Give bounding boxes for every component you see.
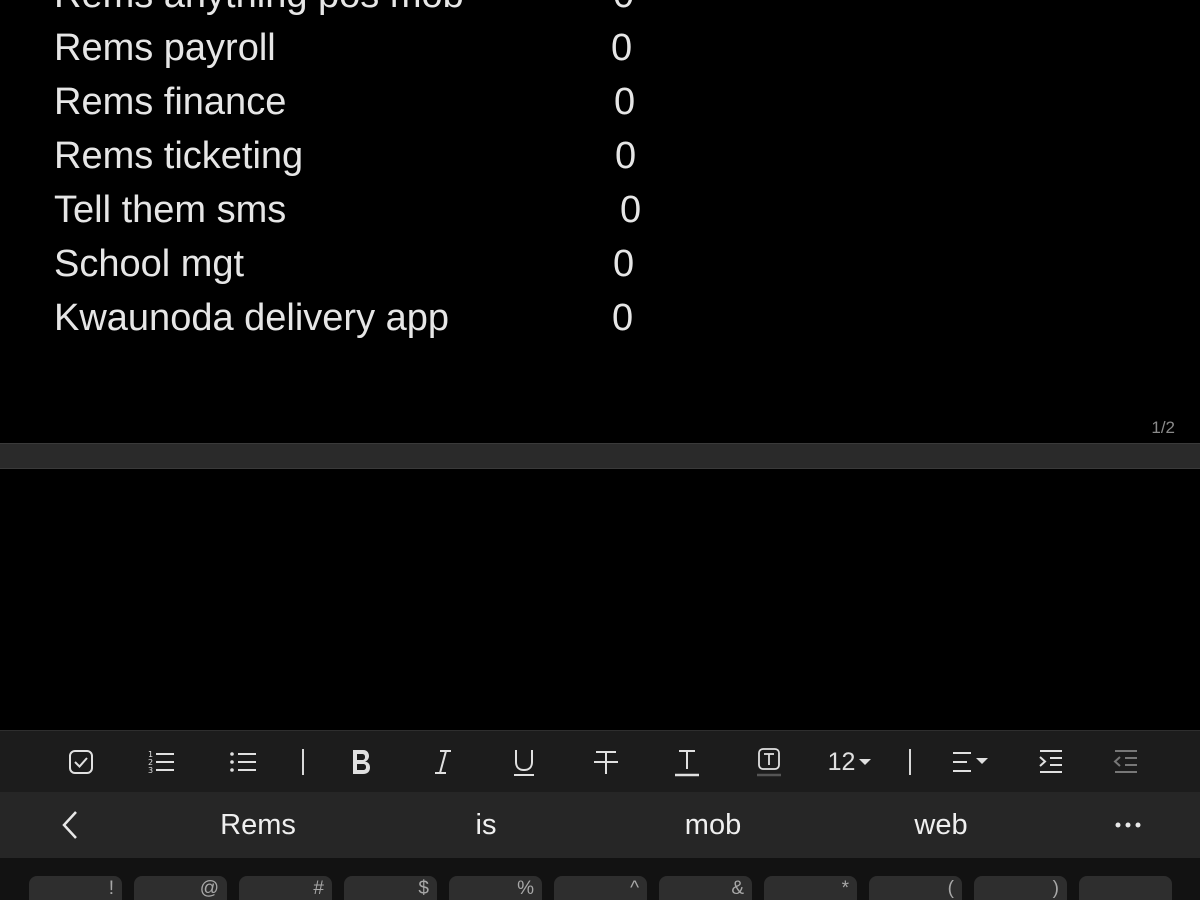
item-name: Kwaunoda delivery app: [54, 297, 450, 339]
toolbar-separator: [302, 749, 304, 775]
text-color-button[interactable]: [666, 731, 708, 793]
indent-button[interactable]: [1030, 731, 1072, 793]
keyboard-key[interactable]: ): [974, 876, 1067, 900]
bold-button[interactable]: [340, 731, 382, 793]
italic-icon: [435, 750, 451, 774]
item-value: 0: [615, 135, 637, 177]
keyboard-key[interactable]: $: [344, 876, 437, 900]
item-name: Tell them sms: [54, 189, 287, 231]
underline-button[interactable]: [503, 731, 545, 793]
key-symbol: !: [108, 878, 114, 899]
key-symbol: @: [199, 878, 219, 899]
keyboard-key[interactable]: (: [869, 876, 962, 900]
item-value: 0: [614, 81, 636, 123]
toolbar-separator: [909, 749, 911, 775]
suggestion-word[interactable]: web: [914, 792, 967, 858]
item-name: Rems finance: [54, 81, 287, 123]
item-value: 0: [611, 27, 633, 69]
list-item: School mgt 0: [54, 237, 754, 291]
list-item: Rems ticketing 0: [54, 129, 754, 183]
align-button[interactable]: [944, 731, 994, 793]
suggestion-bar: Rems is mob web: [0, 792, 1200, 858]
outdent-button[interactable]: [1105, 731, 1147, 793]
bold-icon: [353, 750, 370, 774]
list-item: Rems finance 0: [54, 75, 754, 129]
key-symbol: %: [517, 878, 534, 899]
checkbox-button[interactable]: [60, 731, 102, 793]
strikethrough-button[interactable]: [585, 731, 627, 793]
key-symbol: ): [1052, 878, 1059, 899]
outdent-icon: [1113, 750, 1137, 773]
bullet-list-button[interactable]: [222, 731, 264, 793]
document-page-2[interactable]: [0, 469, 1200, 730]
list-item: Kwaunoda delivery app 0: [54, 291, 754, 345]
list-item: Tell them sms 0: [54, 183, 754, 237]
keyboard-key[interactable]: #: [239, 876, 332, 900]
item-value: 0: [620, 189, 642, 231]
key-symbol: $: [418, 878, 429, 899]
key-symbol: (: [947, 878, 954, 899]
numbered-list-button[interactable]: 1 2 3: [140, 731, 182, 793]
document-page[interactable]: Rems anything pos mob 0 Rems payroll 0 R…: [0, 0, 1200, 443]
item-value: 0: [612, 297, 634, 339]
text-color-icon: [675, 750, 699, 777]
more-button[interactable]: [1113, 809, 1143, 841]
checkbox-icon: [69, 750, 93, 774]
italic-button[interactable]: [422, 731, 464, 793]
keyboard-key[interactable]: &: [659, 876, 752, 900]
suggestion-word[interactable]: mob: [685, 792, 741, 858]
keyboard-key[interactable]: @: [134, 876, 227, 900]
key-symbol: *: [841, 878, 849, 899]
keyboard: ! @ # $ % ^ & * ( ): [0, 858, 1200, 900]
chevron-left-icon: [62, 811, 77, 839]
bullet-list-icon: [230, 752, 256, 772]
item-value: 0: [613, 243, 635, 285]
item-name: Rems payroll: [54, 27, 276, 69]
key-symbol: #: [313, 878, 324, 899]
more-dots-icon: [1115, 822, 1141, 828]
list-item: Rems anything pos mob 0: [54, 0, 754, 22]
page-divider: [0, 443, 1200, 469]
font-size-value: 12: [827, 747, 856, 776]
svg-text:3: 3: [148, 766, 153, 775]
list-item: Rems payroll 0: [54, 21, 754, 75]
underline-icon: [514, 750, 534, 776]
item-name: School mgt: [54, 243, 245, 285]
chevron-down-icon: [859, 759, 872, 765]
keyboard-key[interactable]: !: [29, 876, 122, 900]
item-value: 0: [613, 0, 634, 22]
highlight-button[interactable]: [748, 731, 790, 793]
back-button[interactable]: [56, 809, 86, 841]
indent-icon: [1039, 750, 1062, 773]
item-name: Rems anything pos mob: [54, 0, 464, 22]
suggestion-word[interactable]: is: [476, 792, 497, 858]
numbered-list-icon: 1 2 3: [148, 750, 174, 775]
highlight-icon: [757, 748, 781, 777]
item-name: Rems ticketing: [54, 135, 304, 177]
keyboard-key[interactable]: %: [449, 876, 542, 900]
keyboard-key[interactable]: *: [764, 876, 857, 900]
font-size-dropdown[interactable]: 12: [820, 731, 880, 793]
formatting-toolbar: 1 2 3 12: [0, 730, 1200, 792]
page-indicator: 1/2: [1151, 418, 1175, 437]
keyboard-key[interactable]: [1079, 876, 1172, 900]
suggestion-word[interactable]: Rems: [220, 792, 296, 858]
strikethrough-icon: [594, 751, 618, 774]
align-icon: [953, 752, 988, 772]
key-symbol: ^: [630, 878, 639, 899]
keyboard-key[interactable]: ^: [554, 876, 647, 900]
key-symbol: &: [731, 878, 744, 899]
